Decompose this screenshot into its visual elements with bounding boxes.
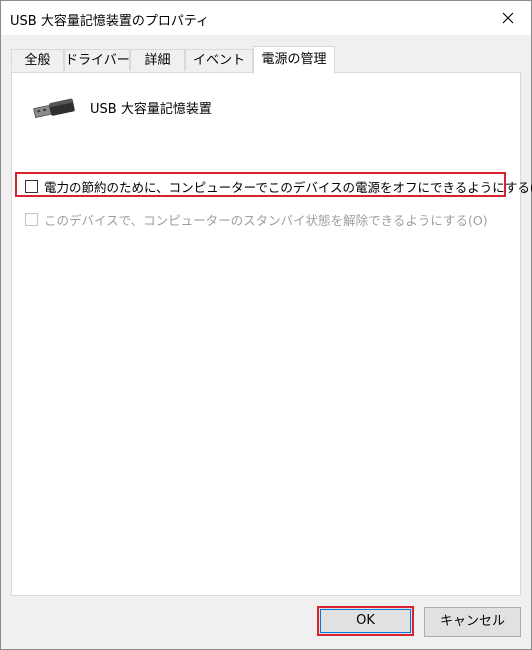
- close-icon: [502, 12, 514, 24]
- allow-power-off-label: 電力の節約のために、コンピューターでこのデバイスの電源をオフにできるようにする(…: [44, 180, 532, 195]
- allow-wake-checkbox: このデバイスで、コンピューターのスタンバイ状態を解除できるようにする(O): [25, 210, 488, 229]
- tab-general[interactable]: 全般: [11, 49, 64, 71]
- usb-connector-icon: [33, 98, 75, 118]
- tab-label: 全般: [24, 53, 51, 68]
- tab-panel-power-management: USB 大容量記憶装置 電力の節約のために、コンピューターでこのデバイスの電源を…: [11, 72, 532, 596]
- device-name: USB 大容量記憶装置: [90, 102, 212, 117]
- tab-label: 電源の管理: [261, 52, 327, 67]
- allow-power-off-checkbox[interactable]: 電力の節約のために、コンピューターでこのデバイスの電源をオフにできるようにする(…: [25, 177, 532, 196]
- allow-wake-label: このデバイスで、コンピューターのスタンバイ状態を解除できるようにする(O): [44, 213, 488, 228]
- cancel-button[interactable]: キャンセル: [424, 607, 521, 637]
- title-bar: USB 大容量記憶装置のプロパティ: [1, 1, 531, 35]
- ok-button[interactable]: OK: [317, 606, 414, 636]
- tab-label: ドライバー: [65, 53, 130, 68]
- tab-label: 詳細: [144, 53, 171, 68]
- checkbox-box[interactable]: [25, 180, 38, 193]
- properties-dialog: USB 大容量記憶装置のプロパティ 全般 ドライバー 詳細 イベント 電源の管理: [0, 0, 532, 650]
- checkbox-box: [25, 213, 38, 226]
- tab-events[interactable]: イベント: [185, 49, 253, 71]
- tab-label: イベント: [192, 53, 245, 68]
- tab-strip: 全般 ドライバー 詳細 イベント 電源の管理: [11, 46, 521, 74]
- tab-driver[interactable]: ドライバー: [64, 49, 130, 71]
- window-title: USB 大容量記憶装置のプロパティ: [10, 14, 210, 29]
- tab-power-management[interactable]: 電源の管理: [253, 46, 335, 74]
- focus-ring: [320, 609, 411, 633]
- close-button[interactable]: [485, 1, 531, 35]
- tab-details[interactable]: 詳細: [130, 49, 185, 71]
- cancel-label: キャンセル: [439, 614, 505, 629]
